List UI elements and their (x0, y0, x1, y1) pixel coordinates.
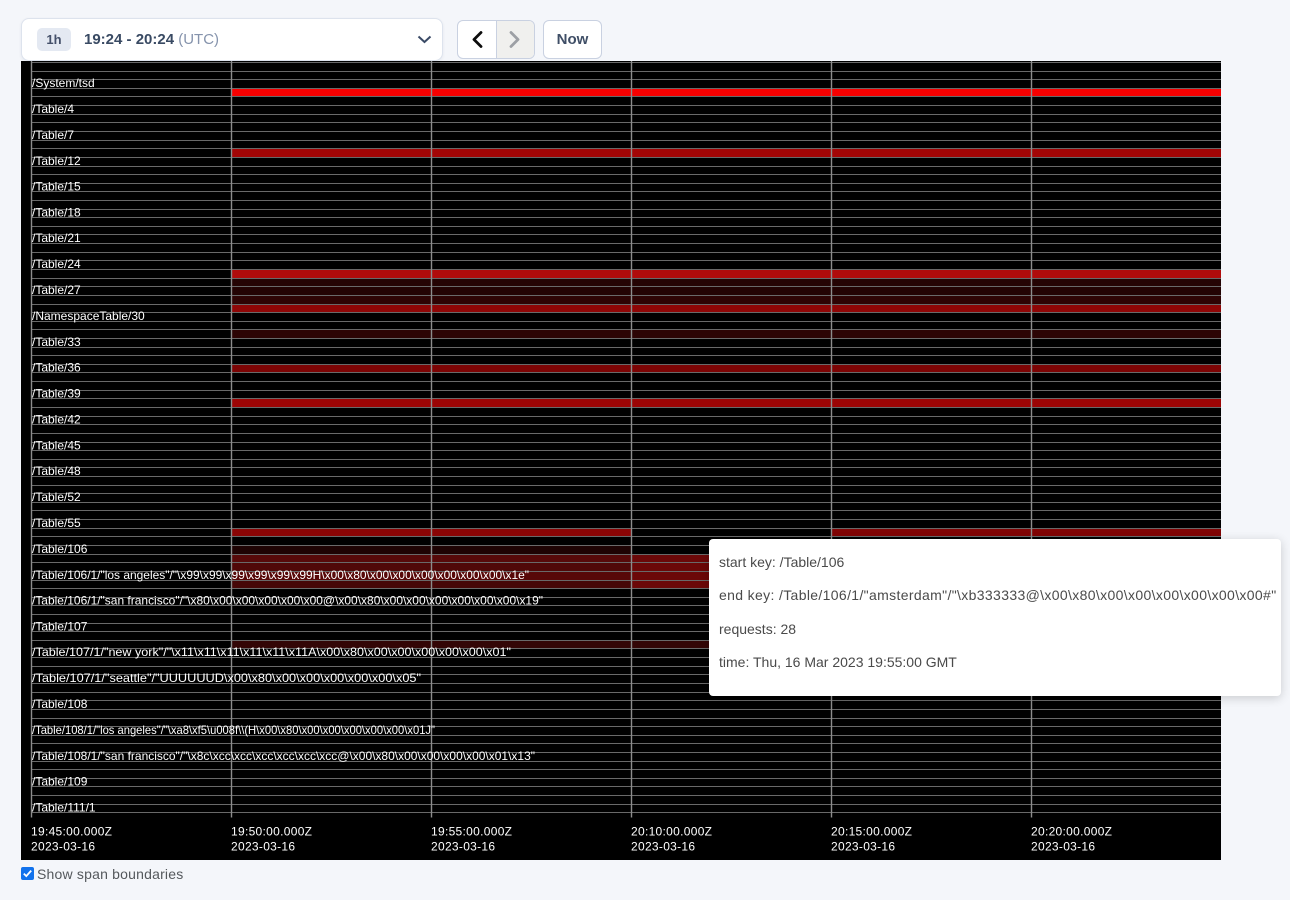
svg-text:/Table/21: /Table/21 (32, 231, 81, 245)
svg-text:20:10:00.000Z: 20:10:00.000Z (631, 825, 712, 839)
svg-text:2023-03-16: 2023-03-16 (831, 840, 895, 854)
svg-text:20:20:00.000Z: 20:20:00.000Z (1031, 825, 1112, 839)
svg-text:/Table/107/1/"new york"/"\x11\: /Table/107/1/"new york"/"\x11\x11\x11\x1… (32, 645, 511, 659)
svg-text:19:45:00.000Z: 19:45:00.000Z (31, 825, 112, 839)
svg-text:/Table/52: /Table/52 (32, 490, 81, 504)
svg-text:/System/tsd: /System/tsd (32, 76, 95, 90)
svg-text:/Table/24: /Table/24 (32, 257, 81, 271)
svg-text:/Table/36: /Table/36 (32, 360, 81, 374)
svg-text:2023-03-16: 2023-03-16 (631, 840, 695, 854)
svg-text:/Table/106/1/"los angeles"/"\x: /Table/106/1/"los angeles"/"\x99\x99\x99… (32, 568, 529, 582)
svg-text:/Table/111/1: /Table/111/1 (32, 800, 96, 814)
svg-text:/Table/107/1/"seattle"/"UUUUUU: /Table/107/1/"seattle"/"UUUUUUD\x00\x80\… (32, 671, 421, 685)
svg-text:/Table/12: /Table/12 (32, 154, 81, 168)
svg-text:/Table/106: /Table/106 (32, 542, 88, 556)
svg-text:/Table/107: /Table/107 (32, 619, 88, 633)
svg-text:/Table/42: /Table/42 (32, 412, 81, 426)
svg-text:/Table/39: /Table/39 (32, 386, 81, 400)
svg-text:2023-03-16: 2023-03-16 (31, 840, 95, 854)
svg-text:19:50:00.000Z: 19:50:00.000Z (231, 825, 312, 839)
svg-text:19:55:00.000Z: 19:55:00.000Z (431, 825, 512, 839)
svg-text:/Table/106/1/"san francisco"/": /Table/106/1/"san francisco"/"\x80\x00\x… (32, 593, 543, 607)
svg-text:2023-03-16: 2023-03-16 (1031, 840, 1095, 854)
svg-text:/Table/27: /Table/27 (32, 283, 81, 297)
svg-text:/Table/4: /Table/4 (32, 102, 74, 116)
svg-text:/Table/108: /Table/108 (32, 697, 88, 711)
svg-text:/Table/15: /Table/15 (32, 179, 81, 193)
svg-text:/Table/7: /Table/7 (32, 128, 74, 142)
svg-text:/Table/33: /Table/33 (32, 335, 81, 349)
svg-text:/Table/55: /Table/55 (32, 516, 81, 530)
svg-text:/Table/109: /Table/109 (32, 774, 88, 788)
svg-text:/Table/45: /Table/45 (32, 438, 81, 452)
svg-text:/Table/18: /Table/18 (32, 205, 81, 219)
svg-text:/Table/48: /Table/48 (32, 464, 81, 478)
svg-text:/Table/108/1/"los angeles"/"\x: /Table/108/1/"los angeles"/"\xa8\xf5\u00… (32, 723, 435, 737)
svg-text:20:15:00.000Z: 20:15:00.000Z (831, 825, 912, 839)
svg-text:/NamespaceTable/30: /NamespaceTable/30 (32, 309, 145, 323)
svg-text:2023-03-16: 2023-03-16 (431, 840, 495, 854)
svg-text:2023-03-16: 2023-03-16 (231, 840, 295, 854)
svg-text:/Table/108/1/"san francisco"/": /Table/108/1/"san francisco"/"\x8c\xcc\x… (32, 749, 535, 763)
